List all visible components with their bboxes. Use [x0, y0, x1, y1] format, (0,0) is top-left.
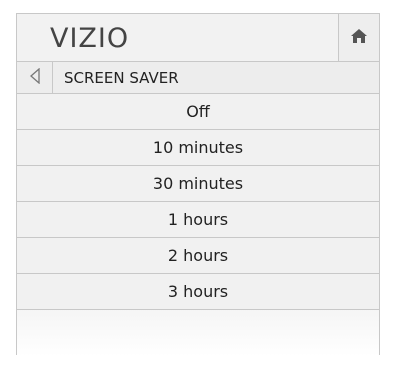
option-1-hours[interactable]: 1 hours: [17, 202, 379, 238]
option-off[interactable]: Off: [17, 94, 379, 130]
option-10-minutes[interactable]: 10 minutes: [17, 130, 379, 166]
home-icon: [350, 28, 368, 48]
back-arrow-icon: [29, 67, 41, 88]
option-3-hours[interactable]: 3 hours: [17, 274, 379, 310]
menu-title-bar: SCREEN SAVER: [17, 62, 379, 94]
home-button[interactable]: [338, 14, 379, 61]
vizio-logo: VIZIO: [50, 23, 130, 54]
menu-header: VIZIO: [17, 14, 379, 62]
options-list: Off 10 minutes 30 minutes 1 hours 2 hour…: [17, 94, 379, 310]
back-button[interactable]: [17, 62, 53, 93]
option-2-hours[interactable]: 2 hours: [17, 238, 379, 274]
menu-panel: VIZIO SCREEN SAVER Off 10 minutes 30 min…: [16, 13, 380, 355]
menu-title: SCREEN SAVER: [64, 69, 179, 87]
option-30-minutes[interactable]: 30 minutes: [17, 166, 379, 202]
